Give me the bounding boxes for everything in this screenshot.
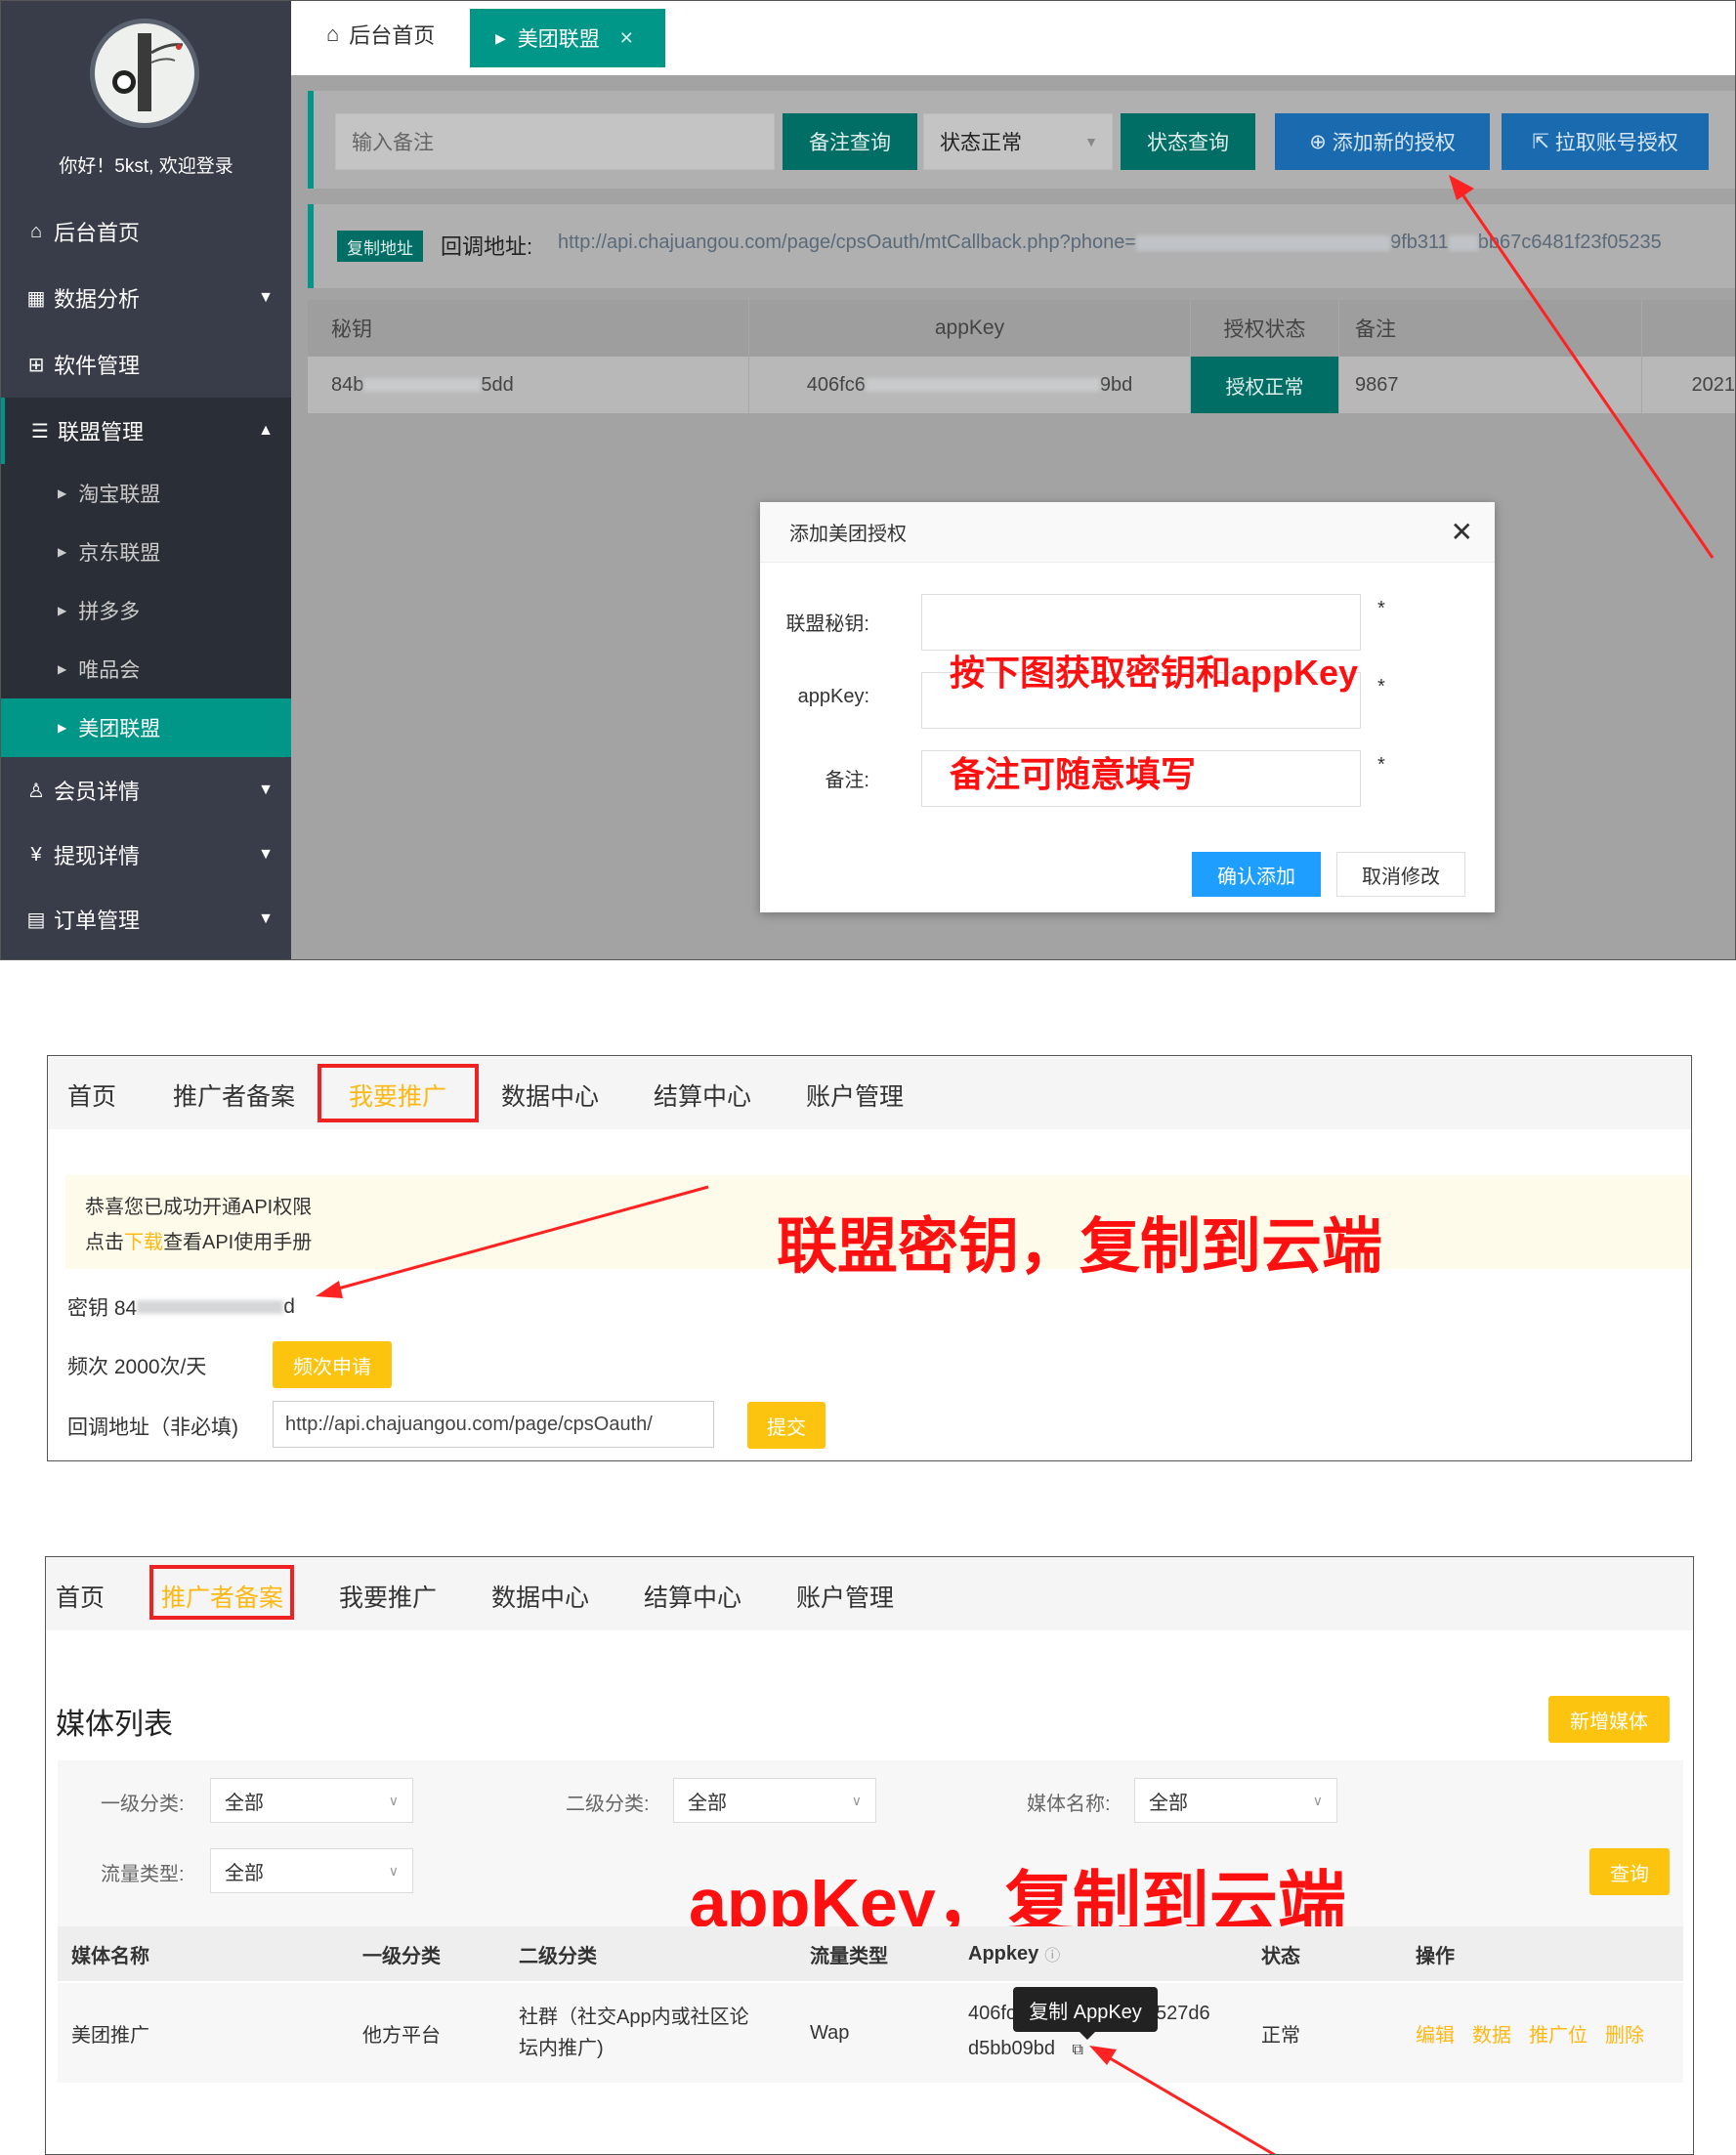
annotation-arrow — [316, 1185, 709, 1298]
field-label-note: 备注: — [825, 770, 869, 791]
required-mark: * — [1377, 676, 1385, 697]
annotation-text: 按下图获取密钥和appKey — [950, 653, 1359, 693]
required-mark: * — [1377, 598, 1385, 619]
cancel-edit-button[interactable]: 取消修改 — [1336, 852, 1465, 897]
media-list-screenshot: 首页 推广者备案 我要推广 数据中心 结算中心 账户管理 媒体列表 新增媒体 一… — [45, 1556, 1694, 2155]
secret-input[interactable] — [921, 594, 1361, 651]
confirm-add-button[interactable]: 确认添加 — [1192, 852, 1321, 897]
required-mark: * — [1377, 754, 1385, 776]
close-icon[interactable]: ✕ — [1451, 516, 1473, 548]
annotation-arrow — [1089, 2046, 1276, 2154]
field-label-appkey: appKey: — [797, 686, 869, 707]
annotation-text: 备注可随意填写 — [950, 754, 1197, 794]
union-api-screenshot: 首页 推广者备案 我要推广 数据中心 结算中心 账户管理 恭喜您已成功开通API… — [47, 1055, 1692, 1461]
field-label-secret: 联盟秘钥: — [785, 613, 869, 635]
modal-header: 添加美团授权 — [760, 502, 1495, 563]
admin-panel-screenshot: 你好！5kst, 欢迎登录 ⌂ 后台首页 ▦ 数据分析 ▼ ⊞ 软件管理 ☰ 联… — [0, 0, 1736, 960]
add-auth-modal: 添加美团授权 ✕ 联盟秘钥: * appKey: * 备注: * 按下图获取密钥… — [760, 502, 1495, 912]
modal-title: 添加美团授权 — [789, 524, 907, 545]
